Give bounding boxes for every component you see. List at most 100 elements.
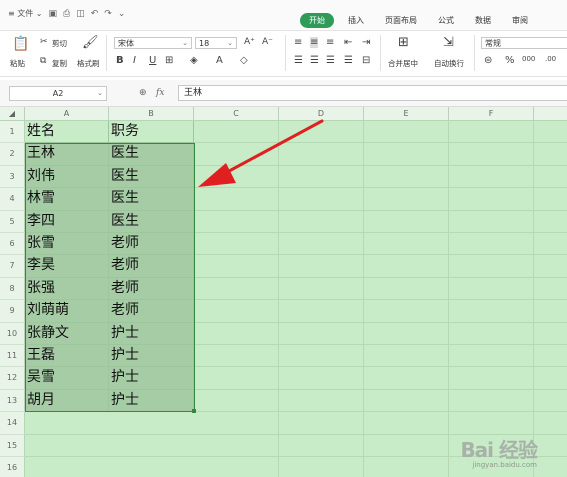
- tab-formulas[interactable]: 公式: [438, 15, 454, 26]
- cell-position[interactable]: 老师: [109, 300, 194, 323]
- bold-icon[interactable]: B: [116, 55, 124, 66]
- redo-icon[interactable]: ↷: [104, 9, 112, 19]
- format-painter-icon[interactable]: 🖌: [82, 35, 99, 50]
- fx-icon[interactable]: fx: [156, 88, 164, 98]
- name-box[interactable]: A2 ⌄: [9, 86, 107, 101]
- cell-name[interactable]: 王林: [25, 143, 109, 166]
- cell-name[interactable]: 胡月: [25, 389, 109, 413]
- formula-input[interactable]: 王林: [178, 85, 567, 101]
- format-painter-button[interactable]: 格式刷: [77, 58, 100, 69]
- font-name-select[interactable]: 宋体 ⌄: [114, 37, 192, 49]
- column-header-f[interactable]: F: [449, 107, 534, 121]
- paste-button[interactable]: 粘贴: [10, 58, 25, 69]
- cell-position[interactable]: 护士: [109, 367, 194, 390]
- align-center-icon[interactable]: ☰: [310, 55, 319, 66]
- cell-name[interactable]: 张强: [25, 277, 109, 301]
- cell-name[interactable]: 刘萌萌: [25, 300, 109, 323]
- row-header[interactable]: 13: [0, 389, 25, 413]
- align-middle-icon[interactable]: ≡: [310, 37, 319, 48]
- tab-insert[interactable]: 插入: [348, 15, 364, 26]
- row-header[interactable]: 11: [0, 345, 25, 368]
- cut-icon[interactable]: ✂: [40, 37, 48, 47]
- column-header-b[interactable]: B: [109, 107, 194, 121]
- row-header[interactable]: 10: [0, 322, 25, 345]
- row-header[interactable]: 15: [0, 434, 25, 457]
- increase-decimal-icon[interactable]: .00: [545, 55, 556, 63]
- align-bottom-icon[interactable]: ≡: [326, 37, 334, 48]
- copy-icon[interactable]: ⧉: [40, 56, 46, 66]
- italic-icon[interactable]: I: [133, 55, 136, 66]
- wrap-text-icon[interactable]: ⇲: [443, 35, 454, 50]
- cell-position[interactable]: 护士: [109, 345, 194, 368]
- font-size-select[interactable]: 18 ⌄: [195, 37, 237, 49]
- clear-format-icon[interactable]: ◇: [240, 55, 248, 66]
- paste-icon[interactable]: 📋: [12, 36, 29, 52]
- cell-name[interactable]: 李昊: [25, 255, 109, 278]
- row-header[interactable]: 1: [0, 121, 25, 144]
- zoom-icon[interactable]: ⊕: [139, 88, 147, 98]
- row-header[interactable]: 5: [0, 210, 25, 233]
- column-header-a[interactable]: A: [25, 107, 109, 121]
- cell-name[interactable]: 刘伟: [25, 165, 109, 189]
- underline-icon[interactable]: U: [149, 55, 156, 66]
- column-header-g[interactable]: [534, 107, 567, 121]
- tab-home[interactable]: 开始: [300, 13, 334, 28]
- copy-button[interactable]: 复制: [52, 58, 67, 69]
- cell-position[interactable]: 护士: [109, 389, 194, 413]
- cell-position[interactable]: 老师: [109, 277, 194, 301]
- row-header[interactable]: 3: [0, 165, 25, 189]
- cell-name[interactable]: 吴雪: [25, 367, 109, 390]
- save-icon[interactable]: ▣: [49, 9, 58, 19]
- justify-icon[interactable]: ☰: [344, 55, 353, 66]
- thousands-icon[interactable]: 000: [522, 55, 535, 63]
- row-header[interactable]: 6: [0, 233, 25, 256]
- merge-center-icon[interactable]: ⊞: [398, 35, 409, 50]
- undo-icon[interactable]: ↶: [91, 9, 99, 19]
- cell-name[interactable]: 张雪: [25, 233, 109, 256]
- file-menu[interactable]: ≡ 文件 ⌄: [8, 8, 43, 19]
- cut-button[interactable]: 剪切: [52, 38, 67, 49]
- decrease-font-icon[interactable]: A⁻: [262, 37, 273, 47]
- increase-font-icon[interactable]: A⁺: [244, 37, 255, 47]
- distributed-icon[interactable]: ⊟: [362, 55, 370, 66]
- cell-position[interactable]: 老师: [109, 233, 194, 256]
- indent-increase-icon[interactable]: ⇥: [362, 37, 370, 48]
- cell-position[interactable]: 医生: [109, 210, 194, 233]
- row-header[interactable]: 16: [0, 457, 25, 477]
- cell-position[interactable]: 护士: [109, 322, 194, 345]
- cell-name[interactable]: 王磊: [25, 345, 109, 368]
- row-header[interactable]: 9: [0, 300, 25, 323]
- fill-handle[interactable]: [192, 409, 196, 413]
- row-header[interactable]: 4: [0, 188, 25, 211]
- font-color-icon[interactable]: A: [216, 55, 223, 66]
- cell-position[interactable]: 职务: [109, 121, 194, 144]
- align-left-icon[interactable]: ☰: [294, 55, 303, 66]
- tab-data[interactable]: 数据: [475, 15, 491, 26]
- print-icon[interactable]: ⎙: [63, 9, 70, 19]
- cell-name[interactable]: 姓名: [25, 121, 109, 144]
- percent-button[interactable]: %: [505, 55, 515, 66]
- currency-icon[interactable]: ⊜: [484, 55, 492, 66]
- cell-name[interactable]: 林雪: [25, 188, 109, 211]
- row-header[interactable]: 14: [0, 412, 25, 435]
- cell-position[interactable]: 医生: [109, 188, 194, 211]
- align-top-icon[interactable]: ≡: [294, 37, 302, 48]
- print-preview-icon[interactable]: ◫: [76, 9, 85, 19]
- tab-review[interactable]: 审阅: [512, 15, 528, 26]
- customize-icon[interactable]: ⌄: [118, 9, 126, 19]
- cell-name[interactable]: 李四: [25, 210, 109, 233]
- row-header[interactable]: 7: [0, 255, 25, 278]
- align-right-icon[interactable]: ☰: [326, 55, 335, 66]
- fill-color-icon[interactable]: ◈: [190, 55, 198, 66]
- row-header[interactable]: 8: [0, 277, 25, 301]
- indent-decrease-icon[interactable]: ⇤: [344, 37, 352, 48]
- cell-position[interactable]: 老师: [109, 255, 194, 278]
- wrap-text-button[interactable]: 自动换行: [434, 58, 464, 69]
- cell-position[interactable]: 医生: [109, 143, 194, 166]
- cell-name[interactable]: 张静文: [25, 322, 109, 345]
- row-header[interactable]: 12: [0, 367, 25, 390]
- column-header-e[interactable]: E: [364, 107, 449, 121]
- merge-center-button[interactable]: 合并居中: [388, 58, 418, 69]
- tab-page-layout[interactable]: 页面布局: [385, 15, 417, 26]
- row-header[interactable]: 2: [0, 143, 25, 166]
